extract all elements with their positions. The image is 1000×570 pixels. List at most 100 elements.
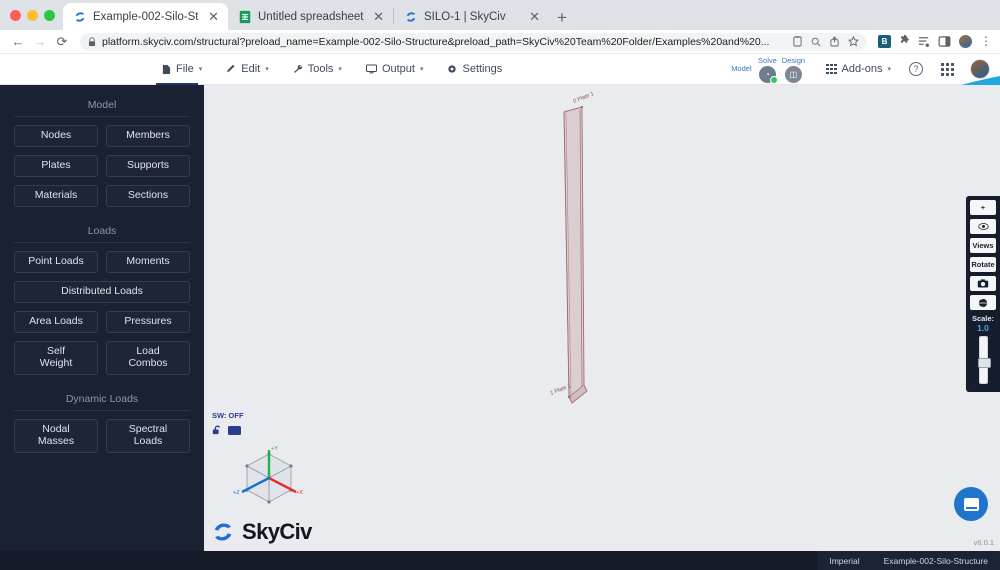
menu-edit[interactable]: Edit ▾ [214, 54, 280, 85]
gear-icon [448, 65, 457, 73]
axis-label-z: +Z [233, 490, 240, 496]
sidebar-item-load-combos[interactable]: Load Combos [106, 341, 190, 375]
sidebar-item-supports[interactable]: Supports [106, 155, 190, 177]
tab-close-button[interactable]: ✕ [526, 10, 543, 23]
address-bar[interactable]: platform.skyciv.com/structural?preload_n… [80, 32, 867, 51]
sidebar-item-moments[interactable]: Moments [106, 251, 190, 273]
tab-title: SILO-1 | SkyCiv [424, 10, 506, 23]
kebab-menu-icon[interactable]: ⋮ [980, 35, 992, 48]
back-button[interactable]: ← [8, 32, 28, 52]
eye-icon [977, 223, 989, 230]
sidebar-item-self-weight[interactable]: Self Weight [14, 341, 98, 375]
sidebar-item-pressures[interactable]: Pressures [106, 311, 190, 333]
sidebar-item-members[interactable]: Members [106, 125, 190, 147]
browser-window: Example-002-Silo-Structure | S ✕ Untitle… [0, 0, 1000, 570]
skyciv-logo-icon [214, 523, 232, 541]
intercom-chat-icon [963, 497, 979, 511]
pencil-icon [227, 64, 235, 73]
status-check-badge [769, 75, 778, 84]
zoom-in-button[interactable]: + [970, 200, 996, 215]
chat-launcher-button[interactable] [954, 487, 988, 521]
screenshot-button[interactable] [970, 276, 996, 291]
tab-close-button[interactable]: ✕ [370, 10, 387, 23]
unlock-icon[interactable] [212, 425, 223, 435]
reload-button[interactable]: ⟳ [52, 32, 72, 52]
chevron-down-icon: ▾ [419, 66, 424, 73]
sidebar-item-point-loads[interactable]: Point Loads [14, 251, 98, 273]
sidebar-item-spectral-loads[interactable]: Spectral Loads [106, 419, 190, 453]
browser-tab-2[interactable]: Untitled spreadsheet - Google ✕ [228, 3, 393, 30]
sidebar-item-area-loads[interactable]: Area Loads [14, 311, 98, 333]
chevron-down-icon: ▾ [887, 66, 891, 73]
solve-icon: ◔ [758, 65, 778, 84]
reading-list-icon[interactable] [918, 35, 931, 48]
menu-file[interactable]: File ▾ [150, 54, 214, 85]
sidebar-item-nodal-masses[interactable]: Nodal Masses [14, 419, 98, 453]
user-avatar[interactable] [970, 59, 990, 79]
menu-label: File [176, 63, 194, 75]
menu-tools[interactable]: Tools ▾ [281, 54, 354, 85]
sidebar-item-plates[interactable]: Plates [14, 155, 98, 177]
sidebar-item-sections[interactable]: Sections [106, 185, 190, 207]
sidebar-item-materials[interactable]: Materials [14, 185, 98, 207]
globe-icon [978, 297, 988, 308]
tab-title: Untitled spreadsheet - Google [258, 10, 364, 23]
app-toolbar: File ▾ Edit ▾ Tools ▾ Output ▾ Settings [0, 54, 1000, 530]
side-panel-icon[interactable] [938, 35, 951, 48]
self-weight-status: SW: OFF [212, 411, 244, 420]
status-project-name[interactable]: Example-002-Silo-Structure [871, 551, 1000, 570]
addons-menu[interactable]: Add-ons ▾ [826, 63, 891, 75]
scale-slider-thumb[interactable] [977, 358, 991, 368]
views-button[interactable]: Views [970, 238, 996, 253]
apps-grid-icon[interactable] [941, 62, 954, 76]
scale-value: 1.0 [977, 323, 989, 333]
sidebar-item-distributed-loads[interactable]: Distributed Loads [14, 281, 190, 303]
maximize-window-button[interactable] [44, 10, 55, 21]
rotate-button[interactable]: Rotate [970, 257, 996, 272]
browser-tab-1[interactable]: Example-002-Silo-Structure | S ✕ [63, 3, 228, 30]
scale-label: Scale: [971, 314, 995, 323]
help-button[interactable]: ? [909, 62, 923, 76]
menu-output[interactable]: Output ▾ [354, 54, 436, 85]
svg-text:0 Plate 1: 0 Plate 1 [573, 91, 595, 105]
mode-design-button[interactable]: Design ◫ [780, 56, 806, 83]
search-icon[interactable] [811, 37, 821, 47]
status-units[interactable]: Imperial [817, 551, 872, 570]
file-icon [162, 64, 171, 74]
menu-label: Edit [241, 63, 261, 75]
mode-label: Model [731, 64, 752, 73]
axis-label-x: +X [296, 490, 303, 496]
tab-strip: Example-002-Silo-Structure | S ✕ Untitle… [0, 0, 1000, 30]
chevron-down-icon: ▾ [198, 66, 203, 73]
minimize-window-button[interactable] [27, 10, 38, 21]
google-sheets-icon [239, 10, 251, 23]
omnibox-actions [793, 36, 859, 47]
puzzle-piece-icon[interactable] [898, 35, 911, 48]
mode-solve-button[interactable]: Solve ◔ [754, 56, 780, 84]
window-controls[interactable] [0, 10, 63, 30]
model-viewport[interactable]: 0 Plate 1 1 Plate 1 SW: OFF +Y +X +Z Sky… [204, 85, 1000, 551]
render-toggle-icon[interactable] [228, 425, 241, 435]
app-menu-group: File ▾ Edit ▾ Tools ▾ Output ▾ Settings [150, 54, 514, 85]
skyciv-icon [75, 11, 85, 22]
profile-avatar[interactable] [958, 34, 973, 49]
visibility-eye-button[interactable] [970, 219, 996, 234]
render-mode-button[interactable] [970, 295, 996, 310]
sidebar-item-nodes[interactable]: Nodes [14, 125, 98, 147]
extension-badge-icon[interactable]: B [878, 35, 891, 48]
close-window-button[interactable] [10, 10, 21, 21]
tab-close-button[interactable]: ✕ [205, 10, 222, 23]
forward-button[interactable]: → [30, 32, 50, 52]
bookmark-star-icon[interactable] [848, 36, 859, 47]
axis-gizmo[interactable]: +Y +X +Z [232, 442, 306, 516]
mode-model-button[interactable]: Model ▦ [728, 64, 1000, 530]
scale-slider[interactable] [977, 336, 991, 384]
browser-tab-3[interactable]: SILO-1 | SkyCiv ✕ [394, 3, 549, 30]
copy-icon[interactable] [793, 36, 802, 47]
structure-model[interactable]: 0 Plate 1 1 Plate 1 [204, 85, 1000, 551]
share-icon[interactable] [830, 36, 839, 47]
new-tab-button[interactable]: + [549, 9, 575, 30]
tab-title: Example-002-Silo-Structure | S [93, 10, 199, 23]
menu-settings[interactable]: Settings [435, 54, 514, 85]
design-icon: ◫ [784, 65, 802, 83]
